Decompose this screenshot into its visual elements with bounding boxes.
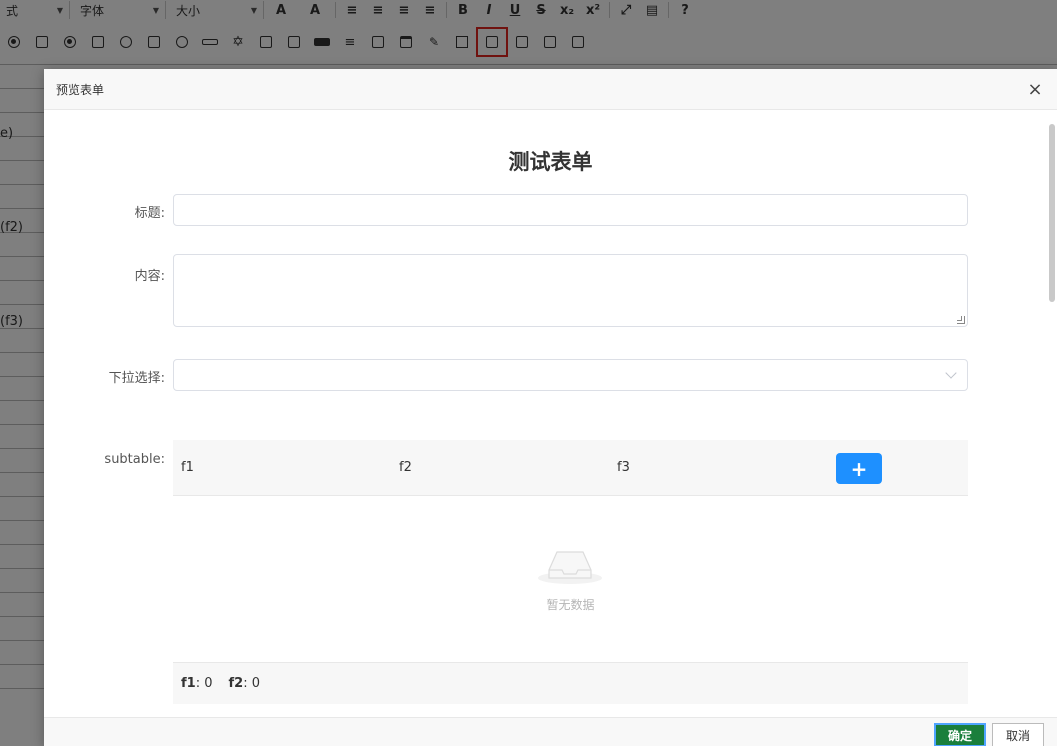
dialog-title: 预览表单 (56, 82, 105, 97)
close-icon[interactable]: × (1025, 79, 1045, 100)
dropdown-label: 下拉选择: (108, 371, 165, 386)
content-textarea[interactable] (173, 254, 968, 327)
cancel-button[interactable]: 取消 (992, 723, 1044, 746)
confirm-button[interactable]: 确定 (934, 723, 986, 746)
dialog-header: 预览表单 × (44, 69, 1057, 110)
resize-grip-icon[interactable] (957, 316, 965, 324)
column-header-f1: f1 (181, 460, 194, 475)
add-row-button[interactable]: + (836, 453, 882, 484)
subtable-label: subtable: (104, 452, 165, 467)
dialog-body: 测试表单 标题: 内容: 下拉选择: subtable: f1 f2 f3 + … (44, 110, 1057, 717)
dropdown-select[interactable] (173, 359, 968, 391)
chevron-down-icon (945, 367, 957, 379)
preview-form-dialog: 预览表单 × 测试表单 标题: 内容: 下拉选择: subtable: f1 f… (44, 69, 1057, 746)
summary-f1: f1: 0 (181, 676, 213, 691)
subtable: f1 f2 f3 + 暂无数据 f1: 0 f2: 0 (173, 440, 968, 704)
summary-f2: f2: 0 (228, 676, 261, 691)
empty-text: 暂无数据 (546, 598, 595, 612)
empty-inbox-icon (538, 551, 602, 584)
form-title: 测试表单 (508, 150, 593, 174)
subtable-summary: f1: 0 f2: 0 (173, 663, 968, 704)
title-label: 标题: (134, 206, 165, 221)
content-label: 内容: (134, 269, 165, 284)
title-input[interactable] (173, 194, 968, 226)
column-header-f3: f3 (617, 460, 630, 475)
subtable-header: f1 f2 f3 + (173, 440, 968, 496)
subtable-empty: 暂无数据 (173, 496, 968, 663)
column-header-f2: f2 (399, 460, 412, 475)
dialog-footer: 确定 取消 (44, 717, 1057, 746)
